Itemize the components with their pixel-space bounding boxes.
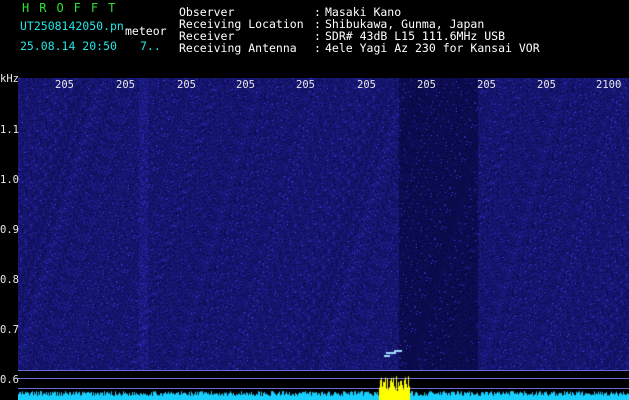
baseline-marker (18, 370, 629, 371)
x-tick-label: 205 (296, 79, 315, 91)
antenna-value: 4ele Yagi Az 230 for Kansai VOR (325, 41, 540, 55)
header-panel: HROFFT UT2508142050.pn meteor 25.08.14 2… (0, 0, 629, 72)
y-tick-label: 0.6 (0, 374, 19, 386)
x-tick-label: 205 (55, 79, 74, 91)
datetime: 25.08.14 20:50 (20, 39, 117, 53)
counter: 7.. (140, 39, 161, 53)
y-unit-label: kHz (0, 73, 19, 85)
y-tick-label: 1.0 (0, 174, 19, 186)
y-tick-label: 1.1 (0, 124, 19, 136)
spectrogram-canvas (18, 78, 629, 370)
x-tick-label: 205 (177, 79, 196, 91)
x-tick-label: 2100 (596, 79, 622, 91)
y-tick-label: 0.7 (0, 324, 19, 336)
x-tick-label: 205 (116, 79, 135, 91)
mode-label: meteor (125, 24, 167, 38)
x-tick-label: 205 (417, 79, 436, 91)
antenna-label: Receiving Antenna (179, 41, 297, 55)
x-tick-label: 205 (477, 79, 496, 91)
signal-level-trace (18, 372, 629, 400)
antenna-sep: : (314, 41, 321, 55)
app-title: HROFFT (22, 1, 126, 15)
x-tick-label: 205 (236, 79, 255, 91)
filename: UT2508142050.pn (20, 19, 124, 33)
x-tick-label: 205 (537, 79, 556, 91)
x-tick-label: 205 (357, 79, 376, 91)
y-tick-label: 0.8 (0, 274, 19, 286)
y-tick-label: 0.9 (0, 224, 19, 236)
